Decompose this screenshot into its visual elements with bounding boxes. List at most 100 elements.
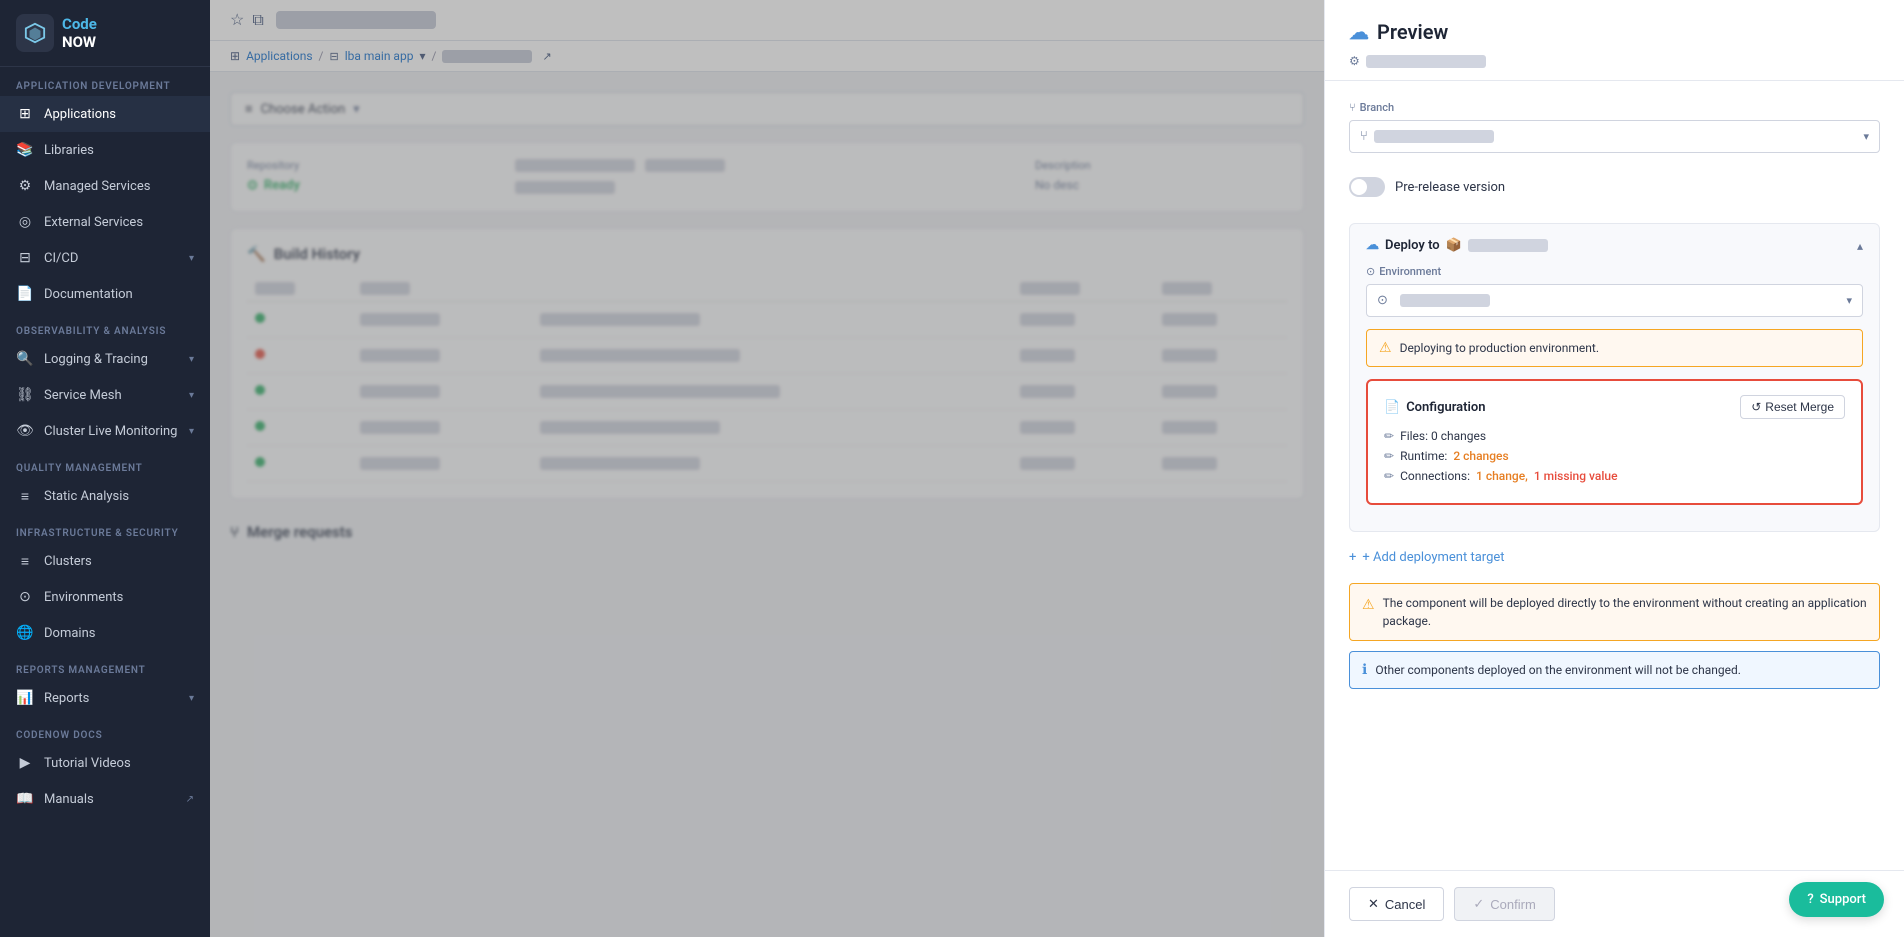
environment-label: ⊙ Environment <box>1366 265 1863 278</box>
pencil-icon: ✏ <box>1384 429 1394 443</box>
sidebar: Code NOW Application Development ⊞ Appli… <box>0 0 210 937</box>
config-header: 📄 Configuration ↺ Reset Merge <box>1384 395 1845 419</box>
sidebar-item-external-services[interactable]: ◎ External Services <box>0 204 210 240</box>
sidebar-item-label: Domains <box>44 626 194 641</box>
sidebar-item-documentation[interactable]: 📄 Documentation <box>0 276 210 312</box>
config-icon: 📄 <box>1384 400 1400 415</box>
sidebar-item-clusters[interactable]: ≡ Clusters <box>0 543 210 579</box>
logo-text: Code NOW <box>62 15 97 51</box>
section-label-app-dev: Application Development <box>0 67 210 96</box>
chevron-down-icon: ▾ <box>189 426 194 437</box>
sidebar-item-label: Clusters <box>44 554 194 569</box>
panel-body: ⑂ Branch ⑂ ▾ Pre-release version ☁ Deplo… <box>1325 81 1904 870</box>
sidebar-item-label: Tutorial Videos <box>44 756 194 771</box>
sidebar-item-applications[interactable]: ⊞ Applications <box>0 96 210 132</box>
sidebar-item-label: Documentation <box>44 287 194 302</box>
environments-icon: ⊙ <box>16 588 34 606</box>
config-title: 📄 Configuration <box>1384 400 1486 415</box>
sidebar-item-cicd[interactable]: ⊟ CI/CD ▾ <box>0 240 210 276</box>
sidebar-item-libraries[interactable]: 📚 Libraries <box>0 132 210 168</box>
sidebar-logo: Code NOW <box>0 0 210 67</box>
sidebar-item-label: Service Mesh <box>44 388 179 403</box>
sidebar-item-cluster-live-monitoring[interactable]: 👁 Cluster Live Monitoring ▾ <box>0 413 210 449</box>
deploy-to-title: ☁ Deploy to 📦 <box>1366 238 1548 253</box>
sidebar-item-tutorial-videos[interactable]: ▶ Tutorial Videos <box>0 745 210 781</box>
sidebar-item-label: Reports <box>44 691 179 706</box>
sidebar-item-label: Manuals <box>44 792 176 807</box>
applications-icon: ⊞ <box>16 105 34 123</box>
branch-select[interactable]: ⑂ ▾ <box>1349 120 1880 153</box>
toggle-knob <box>1351 179 1367 195</box>
connections-item: ✏ Connections: 1 change, 1 missing value <box>1384 469 1845 483</box>
reports-icon: 📊 <box>16 689 34 707</box>
support-button[interactable]: ? Support <box>1789 882 1884 917</box>
sidebar-item-label: External Services <box>44 215 194 230</box>
chevron-down-icon: ▾ <box>189 390 194 401</box>
support-icon: ? <box>1807 892 1813 907</box>
warning-icon: ⚠ <box>1362 595 1375 616</box>
env-icon: ⊙ <box>1366 265 1375 278</box>
logo-icon <box>16 14 54 52</box>
panel-subtitle: ⚙ <box>1349 54 1880 68</box>
blue-info-box: ℹ Other components deployed on the envir… <box>1349 651 1880 689</box>
chevron-up-icon[interactable]: ▴ <box>1857 239 1863 253</box>
chevron-down-icon: ▾ <box>189 253 194 264</box>
tutorial-icon: ▶ <box>16 754 34 772</box>
subtitle-blur <box>1366 55 1486 68</box>
cicd-icon: ⊟ <box>16 249 34 267</box>
deploy-to-header: ☁ Deploy to 📦 ▴ <box>1366 238 1863 253</box>
pencil-icon: ✏ <box>1384 469 1394 483</box>
sidebar-item-manuals[interactable]: 📖 Manuals ↗ <box>0 781 210 817</box>
preview-panel: ☁ Preview ⚙ ⑂ Branch ⑂ ▾ Pre-release ver… <box>1324 0 1904 937</box>
overlay-backdrop <box>210 0 1324 937</box>
section-label-codenow-docs: CodeNOW Docs <box>0 716 210 745</box>
chevron-down-icon: ▾ <box>1863 130 1869 143</box>
sidebar-item-managed-services[interactable]: ⚙ Managed Services <box>0 168 210 204</box>
clusters-icon: ≡ <box>16 552 34 570</box>
env-select-icon: ⊙ <box>1377 293 1388 308</box>
sidebar-item-reports[interactable]: 📊 Reports ▾ <box>0 680 210 716</box>
cloud-icon: ☁ <box>1366 238 1379 253</box>
main-area: ☆ ⧉ ⊞ Applications / ⊟ lba main app ▾ / … <box>210 0 1324 937</box>
pencil-icon: ✏ <box>1384 449 1394 463</box>
section-label-reports-mgmt: Reports Management <box>0 651 210 680</box>
cloud-icon: ☁ <box>1349 20 1369 44</box>
panel-header: ☁ Preview ⚙ <box>1325 0 1904 81</box>
env-value-blur <box>1400 294 1490 307</box>
sidebar-item-label: Cluster Live Monitoring <box>44 424 179 439</box>
sidebar-item-environments[interactable]: ⊙ Environments <box>0 579 210 615</box>
cancel-button[interactable]: ✕ Cancel <box>1349 887 1444 921</box>
chevron-down-icon: ▾ <box>189 693 194 704</box>
sidebar-item-service-mesh[interactable]: ⛓ Service Mesh ▾ <box>0 377 210 413</box>
sidebar-item-static-analysis[interactable]: ≡ Static Analysis <box>0 478 210 514</box>
branch-label: ⑂ Branch <box>1349 101 1880 114</box>
static-analysis-icon: ≡ <box>16 487 34 505</box>
libraries-icon: 📚 <box>16 141 34 159</box>
connections-missing: 1 missing value <box>1534 469 1618 483</box>
section-label-observability: Observability & Analysis <box>0 312 210 341</box>
monitoring-icon: 👁 <box>16 422 34 440</box>
reset-merge-button[interactable]: ↺ Reset Merge <box>1740 395 1845 419</box>
sidebar-item-domains[interactable]: 🌐 Domains <box>0 615 210 651</box>
runtime-changes: 2 changes <box>1453 449 1508 463</box>
box-icon: 📦 <box>1446 238 1462 253</box>
sidebar-item-logging-tracing[interactable]: 🔍 Logging & Tracing ▾ <box>0 341 210 377</box>
pre-release-toggle[interactable] <box>1349 177 1385 197</box>
confirm-button[interactable]: ✓ Confirm <box>1454 887 1554 921</box>
git-branch-icon: ⑂ <box>1349 101 1356 114</box>
chevron-down-icon: ▾ <box>1846 294 1852 307</box>
section-label-infrastructure: Infrastructure & Security <box>0 514 210 543</box>
pre-release-row: Pre-release version <box>1349 167 1880 207</box>
connections-change: 1 change, <box>1476 469 1528 483</box>
sidebar-item-label: Static Analysis <box>44 489 194 504</box>
panel-title: ☁ Preview <box>1349 20 1880 44</box>
settings-icon: ⚙ <box>1349 54 1360 68</box>
sidebar-item-label: Libraries <box>44 143 194 158</box>
sidebar-item-label: Applications <box>44 107 194 122</box>
add-deployment-target-button[interactable]: + + Add deployment target <box>1349 546 1880 569</box>
sidebar-item-label: Logging & Tracing <box>44 352 179 367</box>
section-label-quality: Quality Management <box>0 449 210 478</box>
environment-select[interactable]: ⊙ ▾ <box>1366 284 1863 317</box>
sidebar-item-label: Managed Services <box>44 179 194 194</box>
manuals-icon: 📖 <box>16 790 34 808</box>
